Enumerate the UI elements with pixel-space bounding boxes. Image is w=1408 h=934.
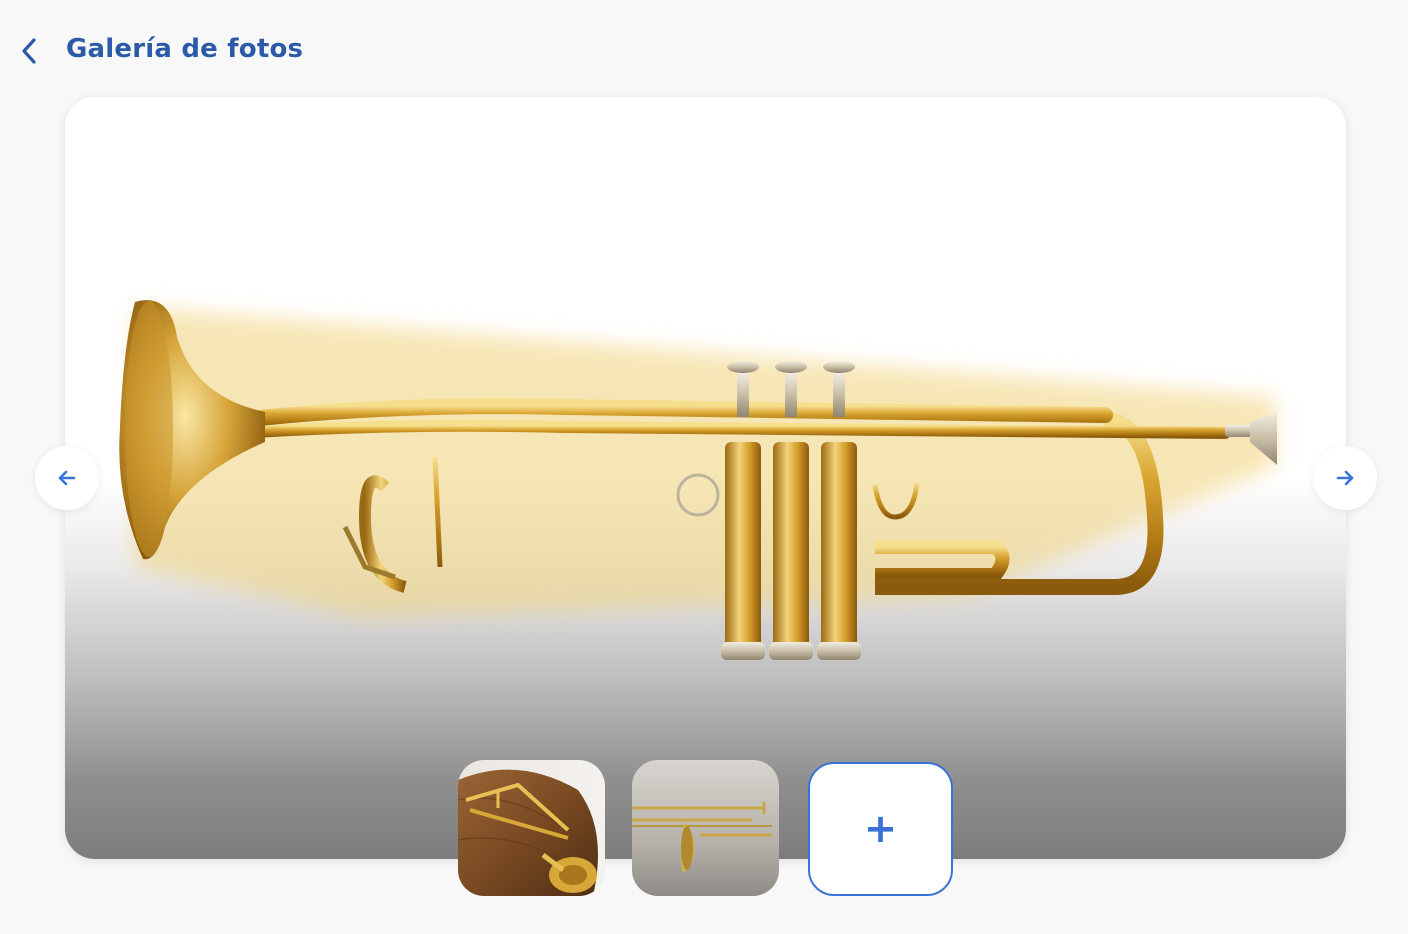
thumbnail-photo-1[interactable] bbox=[458, 760, 605, 896]
page-title: Galería de fotos bbox=[66, 34, 304, 64]
thumbnail-image-trombone-wood bbox=[458, 760, 605, 896]
next-photo-button[interactable] bbox=[1313, 446, 1377, 510]
main-photo-trumpet bbox=[119, 300, 1277, 660]
plus-icon: + bbox=[863, 806, 898, 852]
arrow-right-icon bbox=[1336, 470, 1354, 486]
photo-viewer bbox=[65, 97, 1346, 859]
arrow-left-icon bbox=[58, 470, 76, 486]
thumbnail-photo-2[interactable] bbox=[632, 760, 779, 896]
previous-photo-button[interactable] bbox=[35, 446, 99, 510]
back-button[interactable] bbox=[10, 30, 50, 72]
header: Galería de fotos bbox=[0, 0, 1408, 100]
chevron-left-icon bbox=[22, 38, 36, 64]
thumbnail-image-trombone-grey bbox=[632, 760, 779, 896]
add-photo-button[interactable]: + bbox=[808, 762, 953, 896]
